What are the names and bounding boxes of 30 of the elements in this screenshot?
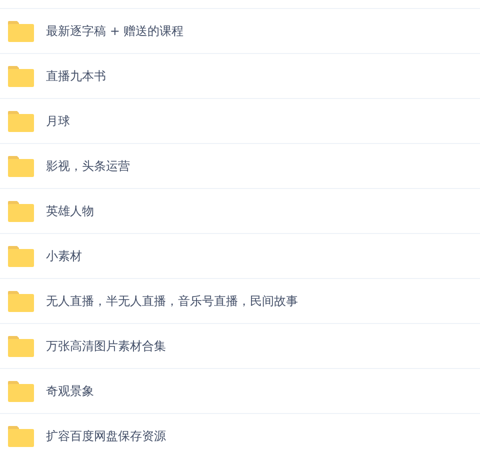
- folder-icon: [8, 290, 34, 312]
- folder-icon: [8, 20, 34, 42]
- folder-row[interactable]: 万张高清图片素材合集: [0, 324, 480, 369]
- folder-row[interactable]: 直播九本书: [0, 54, 480, 99]
- folder-icon: [8, 156, 34, 176]
- folder-name: 影视，头条运营: [46, 158, 130, 175]
- folder-name: 英雄人物: [46, 203, 94, 220]
- folder-row[interactable]: 无人直播，半无人直播，音乐号直播，民间故事: [0, 279, 480, 324]
- folder-name: 扩容百度网盘保存资源: [46, 428, 166, 445]
- folder-icon: [8, 200, 34, 222]
- folder-icon: [8, 110, 34, 132]
- folder-row[interactable]: 最新逐字稿 + 赠送的课程: [0, 9, 480, 54]
- folder-icon: [8, 426, 34, 446]
- folder-name: 小素材: [46, 248, 82, 265]
- folder-name: 最新逐字稿 + 赠送的课程: [46, 23, 184, 40]
- folder-icon: [8, 246, 34, 266]
- folder-row[interactable]: 小素材: [0, 234, 480, 279]
- folder-name: 奇观景象: [46, 383, 94, 400]
- folder-icon: [8, 380, 34, 402]
- folder-icon: [8, 66, 34, 86]
- folder-name: 万张高清图片素材合集: [46, 338, 166, 355]
- folder-name: 月球: [46, 113, 70, 130]
- folder-row[interactable]: 月球: [0, 99, 480, 144]
- folder-name: 无人直播，半无人直播，音乐号直播，民间故事: [46, 293, 298, 310]
- folder-row[interactable]: 扩容百度网盘保存资源: [0, 414, 480, 449]
- folder-icon: [8, 336, 34, 356]
- folder-row[interactable]: 英雄人物: [0, 189, 480, 234]
- folder-row[interactable]: 奇观景象: [0, 369, 480, 414]
- folder-row[interactable]: 影视，头条运营: [0, 144, 480, 189]
- folder-name: 直播九本书: [46, 68, 106, 85]
